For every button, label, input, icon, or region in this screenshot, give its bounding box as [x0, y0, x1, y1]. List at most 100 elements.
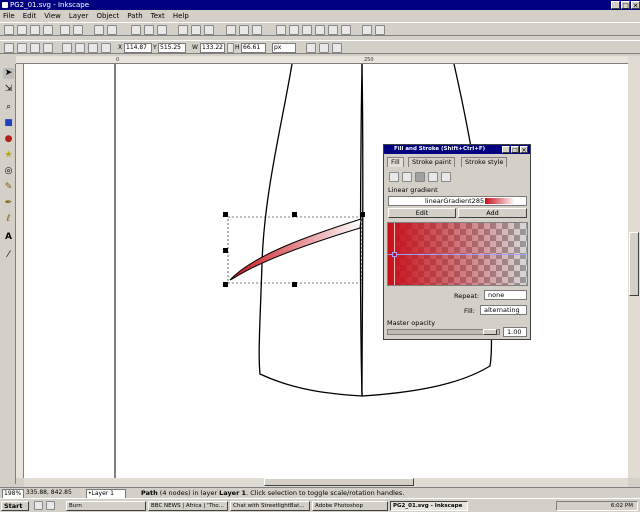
tab-stroke-paint[interactable]: Stroke paint	[408, 157, 456, 167]
raise-icon[interactable]	[75, 43, 85, 53]
task-bbc-news[interactable]: BBC NEWS | Africa | 'Tho...	[148, 501, 228, 511]
menu-view[interactable]: View	[44, 12, 61, 20]
tab-stroke-style[interactable]: Stroke style	[461, 157, 508, 167]
task-photoshop[interactable]: Adobe Photoshop	[312, 501, 388, 511]
menu-edit[interactable]: Edit	[23, 12, 37, 20]
w-field[interactable]: 133.22	[200, 43, 225, 53]
text-tool-icon[interactable]: A	[3, 232, 14, 243]
pencil-tool-icon[interactable]: ✎	[3, 182, 14, 193]
repeat-select[interactable]: none	[484, 290, 527, 300]
align-icon[interactable]	[341, 25, 351, 35]
text-font-icon[interactable]	[315, 25, 325, 35]
rotate-ccw-icon[interactable]	[4, 43, 14, 53]
calligraphy-tool-icon[interactable]: ℓ	[3, 214, 14, 225]
paste-icon[interactable]	[157, 25, 167, 35]
task-chat[interactable]: Chat with StreetlightBat...	[230, 501, 310, 511]
menu-path[interactable]: Path	[127, 12, 142, 20]
vertical-scrollbar[interactable]	[628, 56, 640, 478]
preferences-icon[interactable]	[362, 25, 372, 35]
minimize-button[interactable]: _	[611, 1, 620, 10]
ellipse-tool-icon[interactable]: ●	[3, 134, 14, 145]
transform-stroke-icon[interactable]	[306, 43, 316, 53]
opacity-slider[interactable]	[387, 329, 500, 335]
import-icon[interactable]	[60, 25, 70, 35]
opacity-spinbox[interactable]: 1.00	[503, 327, 527, 337]
horizontal-scrollbar[interactable]	[24, 478, 628, 487]
fill-stroke-icon[interactable]	[302, 25, 312, 35]
edit-gradient-button[interactable]: Edit	[388, 208, 456, 218]
transform-corners-icon[interactable]	[319, 43, 329, 53]
flip-horizontal-icon[interactable]	[30, 43, 40, 53]
maximize-button[interactable]: □	[621, 1, 630, 10]
quicklaunch-ie-icon[interactable]	[46, 501, 55, 510]
close-button[interactable]: ✕	[631, 1, 640, 10]
canvas-drawing[interactable]	[24, 64, 628, 478]
lower-to-bottom-icon[interactable]	[101, 43, 111, 53]
export-icon[interactable]	[73, 25, 83, 35]
h-field[interactable]: 66.61	[241, 43, 266, 53]
rectangle-tool-icon[interactable]: ■	[3, 118, 14, 129]
quicklaunch-desktop-icon[interactable]	[34, 501, 43, 510]
pen-tool-icon[interactable]: ✒	[3, 198, 14, 209]
menu-layer[interactable]: Layer	[69, 12, 89, 20]
dropper-tool-icon[interactable]: ⁄	[3, 250, 14, 261]
clone-icon[interactable]	[239, 25, 249, 35]
cut-icon[interactable]	[144, 25, 154, 35]
menu-object[interactable]: Object	[96, 12, 119, 20]
horizontal-scroll-thumb[interactable]	[264, 478, 414, 486]
add-gradient-button[interactable]: Add	[458, 208, 527, 218]
undo-icon[interactable]	[94, 25, 104, 35]
redo-icon[interactable]	[107, 25, 117, 35]
radial-gradient-icon[interactable]	[428, 172, 438, 182]
group-icon[interactable]	[276, 25, 286, 35]
transform-gradient-icon[interactable]	[332, 43, 342, 53]
dialog-minimize-button[interactable]: _	[502, 146, 510, 154]
no-paint-icon[interactable]	[389, 172, 399, 182]
open-icon[interactable]	[17, 25, 27, 35]
document-properties-icon[interactable]	[375, 25, 385, 35]
zoom-selection-icon[interactable]	[178, 25, 188, 35]
y-field[interactable]: 515.25	[158, 43, 186, 53]
menu-file[interactable]: File	[3, 12, 15, 20]
gradient-start-handle[interactable]	[392, 252, 397, 257]
lock-icon[interactable]	[227, 43, 234, 53]
print-icon[interactable]	[43, 25, 53, 35]
dialog-close-button[interactable]: ✕	[520, 146, 528, 154]
zoom-tool-icon[interactable]: ⌕	[3, 102, 14, 113]
vertical-ruler[interactable]	[16, 64, 24, 478]
tab-fill[interactable]: Fill	[387, 157, 404, 167]
raise-to-top-icon[interactable]	[62, 43, 72, 53]
lower-icon[interactable]	[88, 43, 98, 53]
task-inkscape[interactable]: PG2_01.svg - Inkscape	[390, 501, 468, 511]
flat-color-icon[interactable]	[402, 172, 412, 182]
pattern-icon[interactable]	[441, 172, 451, 182]
unlink-clone-icon[interactable]	[252, 25, 262, 35]
menu-text[interactable]: Text	[151, 12, 165, 20]
rotate-cw-icon[interactable]	[17, 43, 27, 53]
units-select[interactable]: px	[272, 43, 296, 53]
start-button[interactable]: Start	[1, 501, 29, 511]
xml-editor-icon[interactable]	[328, 25, 338, 35]
copy-icon[interactable]	[131, 25, 141, 35]
save-icon[interactable]	[30, 25, 40, 35]
zoom-drawing-icon[interactable]	[191, 25, 201, 35]
spiral-tool-icon[interactable]: ◎	[3, 166, 14, 177]
gradient-preview-area[interactable]	[387, 222, 528, 286]
fill-rule-select[interactable]: alternating	[480, 305, 527, 315]
menu-help[interactable]: Help	[173, 12, 189, 20]
dialog-maximize-button[interactable]: □	[511, 146, 519, 154]
linear-gradient-icon[interactable]	[415, 172, 425, 182]
horizontal-ruler[interactable]: 0 250	[16, 56, 628, 64]
opacity-slider-thumb[interactable]	[483, 329, 497, 335]
zoom-page-icon[interactable]	[204, 25, 214, 35]
x-field[interactable]: 114.87	[124, 43, 152, 53]
vertical-scroll-thumb[interactable]	[629, 232, 639, 296]
drawing-canvas[interactable]	[24, 64, 628, 478]
selector-tool-icon[interactable]: ➤	[3, 68, 14, 79]
new-document-icon[interactable]	[4, 25, 14, 35]
flip-vertical-icon[interactable]	[43, 43, 53, 53]
star-tool-icon[interactable]: ★	[3, 150, 14, 161]
ungroup-icon[interactable]	[289, 25, 299, 35]
duplicate-icon[interactable]	[226, 25, 236, 35]
task-burn[interactable]: Burn	[66, 501, 146, 511]
